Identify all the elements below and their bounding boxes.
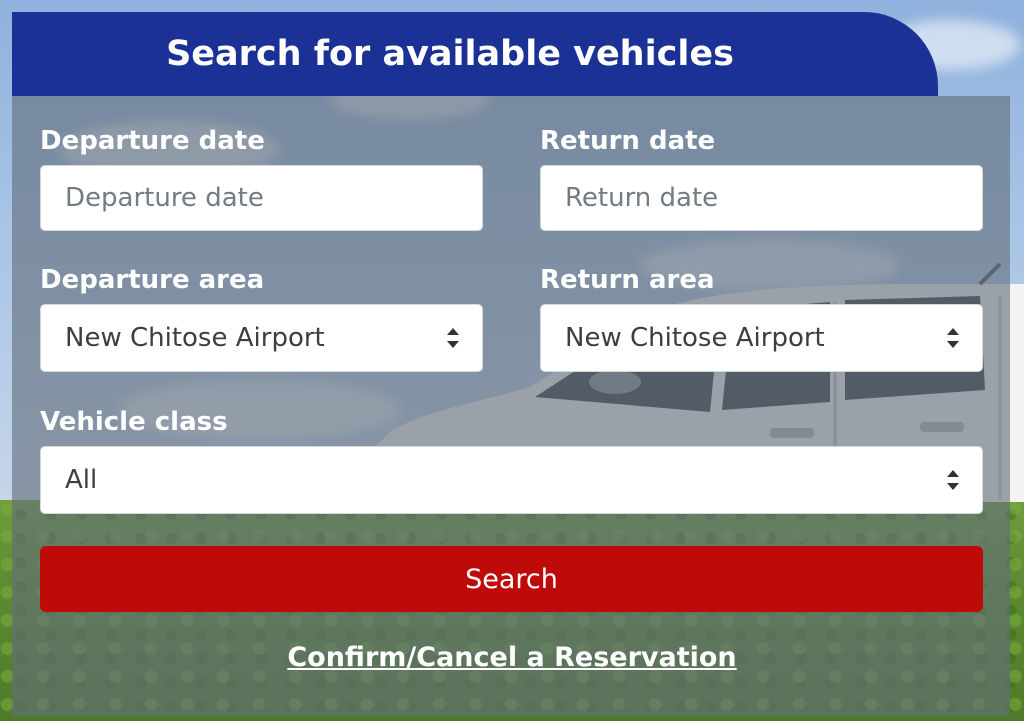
- vehicle-class-label: Vehicle class: [40, 407, 228, 437]
- return-area-value: New Chitose Airport: [565, 323, 825, 353]
- updown-chevron-icon: [947, 328, 959, 348]
- vehicle-class-value: All: [65, 465, 98, 495]
- departure-area-label: Departure area: [40, 265, 265, 295]
- return-date-field[interactable]: [540, 165, 983, 231]
- departure-area-value: New Chitose Airport: [65, 323, 325, 353]
- return-date-input[interactable]: [541, 166, 982, 230]
- updown-chevron-icon: [447, 328, 459, 348]
- page-header: Search for available vehicles: [12, 12, 938, 96]
- return-area-select[interactable]: New Chitose Airport: [540, 304, 983, 372]
- return-date-label: Return date: [540, 126, 716, 156]
- updown-chevron-icon: [947, 470, 959, 490]
- search-button[interactable]: Search: [40, 546, 983, 612]
- departure-date-field[interactable]: [40, 165, 483, 231]
- return-area-label: Return area: [540, 265, 715, 295]
- departure-area-select[interactable]: New Chitose Airport: [40, 304, 483, 372]
- departure-date-label: Departure date: [40, 126, 265, 156]
- page-title: Search for available vehicles: [166, 34, 734, 74]
- departure-date-input[interactable]: [41, 166, 482, 230]
- confirm-cancel-reservation-link[interactable]: Confirm/Cancel a Reservation: [0, 642, 1024, 673]
- vehicle-class-select[interactable]: All: [40, 446, 983, 514]
